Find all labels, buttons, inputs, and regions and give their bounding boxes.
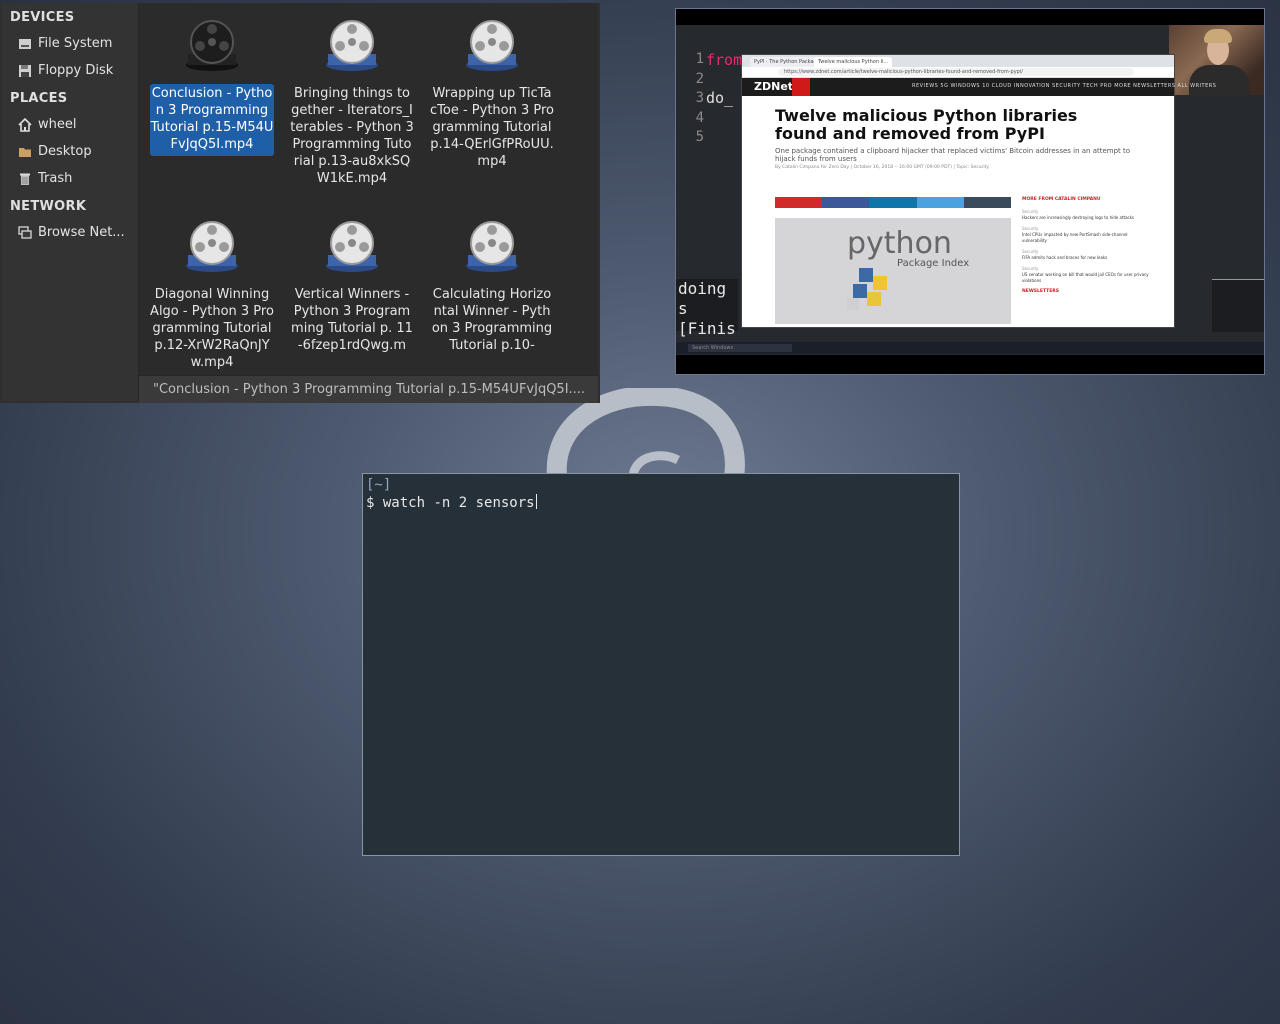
twitter-icon <box>916 197 964 208</box>
file-grid: Conclusion - Python 3 Programming Tutori… <box>139 3 598 375</box>
comment-share-icon <box>775 197 823 208</box>
browser-tab: PyPI · The Python Package Index <box>750 57 818 67</box>
home-icon <box>18 117 32 132</box>
code-line: do_ <box>706 89 734 107</box>
sidebar-item-browse-network[interactable]: Browse Net... <box>2 219 138 246</box>
film-reel-icon <box>466 20 518 71</box>
film-reel-icon <box>326 221 378 272</box>
network-icon <box>18 225 32 239</box>
folder-icon <box>19 147 31 157</box>
file-item[interactable]: Bringing things together - Iterators_Ite… <box>290 18 414 190</box>
code-line: from <box>706 51 743 69</box>
sidebar: DEVICES File System Floppy Disk PLACES w… <box>2 3 139 401</box>
preview-terminal: doing s [Finis <box>676 279 738 338</box>
film-reel-icon <box>326 20 378 71</box>
sidebar-heading-places: PLACES <box>10 91 68 106</box>
url-field: https://www.zdnet.com/article/twelve-mal… <box>778 68 1134 76</box>
terminal-prompt: $ <box>366 495 375 511</box>
file-name: Wrapping up TicTacToe - Python 3 Program… <box>430 86 555 169</box>
sidebar-item-label: Trash <box>38 171 73 186</box>
line-numbers: 1 2 3 4 5 <box>676 51 704 149</box>
file-item[interactable]: Diagonal Winning Algo - Python 3 Program… <box>150 219 274 374</box>
terminal-line: [Finis <box>678 319 736 338</box>
file-item[interactable]: Vertical Winners - Python 3 Programming … <box>290 219 414 357</box>
email-icon <box>963 197 1012 208</box>
file-item[interactable]: Wrapping up TicTacToe - Python 3 Program… <box>430 18 554 173</box>
file-name: Conclusion - Python 3 Programming Tutori… <box>150 84 274 156</box>
browser-address-bar: https://www.zdnet.com/article/twelve-mal… <box>742 67 1174 78</box>
sidebar-heading-devices: DEVICES <box>10 10 75 25</box>
browser-tab-active: Twelve malicious Python li... <box>814 57 892 67</box>
sidebar-item-label: Desktop <box>38 144 92 159</box>
related-heading: MORE FROM CATALIN CIMPANU <box>1022 197 1101 202</box>
share-buttons <box>775 197 1012 208</box>
text-cursor <box>535 494 537 509</box>
terminal-command-line[interactable]: $ watch -n 2 sensors <box>366 494 956 512</box>
search-icon <box>792 78 810 96</box>
file-name: Calculating Horizontal Winner - Python 3… <box>431 287 553 353</box>
site-nav: ZDNet REVIEWS 5G WINDOWS 10 CLOUD INNOVA… <box>742 78 1216 96</box>
drive-icon <box>19 38 31 49</box>
preview-terminal-right <box>1212 279 1264 332</box>
image-caption: Package Index <box>897 258 970 269</box>
line-number: 3 <box>695 90 704 106</box>
related-item: Security US senator working on bill that … <box>1022 266 1149 283</box>
status-bar: "Conclusion - Python 3 Programming Tutor… <box>139 375 598 403</box>
floppy-icon <box>19 64 31 77</box>
zdnet-logo: ZDNet <box>754 80 794 93</box>
site-menu: REVIEWS 5G WINDOWS 10 CLOUD INNOVATION S… <box>912 83 1217 89</box>
screenshot-preview-window[interactable]: 1 2 3 4 5 from do_ doing s [Finis PyPI ·… <box>675 8 1265 375</box>
film-reel-icon <box>186 221 238 272</box>
sidebar-item-wheel[interactable]: wheel <box>2 111 138 138</box>
file-name: Vertical Winners - Python 3 Programming … <box>291 287 413 353</box>
terminal-window[interactable]: [~] $ watch -n 2 sensors <box>362 473 960 856</box>
sidebar-item-label: wheel <box>38 117 77 132</box>
film-reel-icon <box>186 20 238 71</box>
sidebar-item-trash[interactable]: Trash <box>2 165 138 192</box>
file-name: Bringing things together - Iterators_Ite… <box>290 86 414 186</box>
line-number: 1 <box>695 51 704 67</box>
related-articles: MORE FROM CATALIN CIMPANU Security Hacker… <box>1022 197 1152 301</box>
facebook-icon <box>822 197 870 208</box>
line-number: 2 <box>695 70 704 87</box>
browser-tabs: PyPI · The Python Package Index Twelve m… <box>742 55 1174 67</box>
sidebar-item-desktop[interactable]: Desktop <box>2 138 138 165</box>
terminal-line: doing s <box>678 279 727 318</box>
line-number: 4 <box>695 109 704 126</box>
film-reel-icon <box>466 221 518 272</box>
article-subhead: One package contained a clipboard hijack… <box>775 147 1131 163</box>
linkedin-icon <box>869 197 917 208</box>
related-item: Security FIFA admits hack and braces for … <box>1022 249 1108 260</box>
sidebar-item-label: File System <box>38 36 113 51</box>
terminal-cwd: [~] <box>366 477 392 493</box>
sidebar-item-floppy-disk[interactable]: Floppy Disk <box>2 57 138 84</box>
preview-browser: PyPI · The Python Package Index Twelve m… <box>741 54 1216 328</box>
related-item: Security Hackers are increasingly destroy… <box>1022 209 1135 220</box>
file-item[interactable]: Conclusion - Python 3 Programming Tutori… <box>150 18 274 156</box>
newsletters-heading: NEWSLETTERS <box>1022 289 1060 294</box>
related-item: Security Intel CPUs impacted by new PortS… <box>1022 226 1128 243</box>
sidebar-item-file-system[interactable]: File System <box>2 30 138 57</box>
code-lines: from do_ <box>706 51 742 108</box>
terminal-command: watch -n 2 sensors <box>382 495 535 511</box>
sidebar-heading-network: NETWORK <box>10 199 87 214</box>
taskbar-search: Search Windows <box>688 344 792 352</box>
sidebar-item-label: Floppy Disk <box>38 63 114 78</box>
article-headline: Twelve malicious Python libraries found … <box>775 106 1078 143</box>
file-manager-window: DEVICES File System Floppy Disk PLACES w… <box>0 3 600 403</box>
preview-taskbar: Search Windows <box>676 342 1264 354</box>
trash-icon <box>20 173 30 185</box>
sidebar-item-label: Browse Net... <box>38 225 125 240</box>
file-item[interactable]: Calculating Horizontal Winner - Python 3… <box>430 219 554 357</box>
line-number: 5 <box>695 129 704 145</box>
image-word: python <box>847 226 952 261</box>
pypi-article-image: python Package Index <box>775 218 1011 324</box>
file-name: Diagonal Winning Algo - Python 3 Program… <box>150 287 274 370</box>
article-byline: By Catalin Cimpanu for Zero Day | Octobe… <box>775 165 990 170</box>
python-cubes-icon <box>847 268 887 310</box>
